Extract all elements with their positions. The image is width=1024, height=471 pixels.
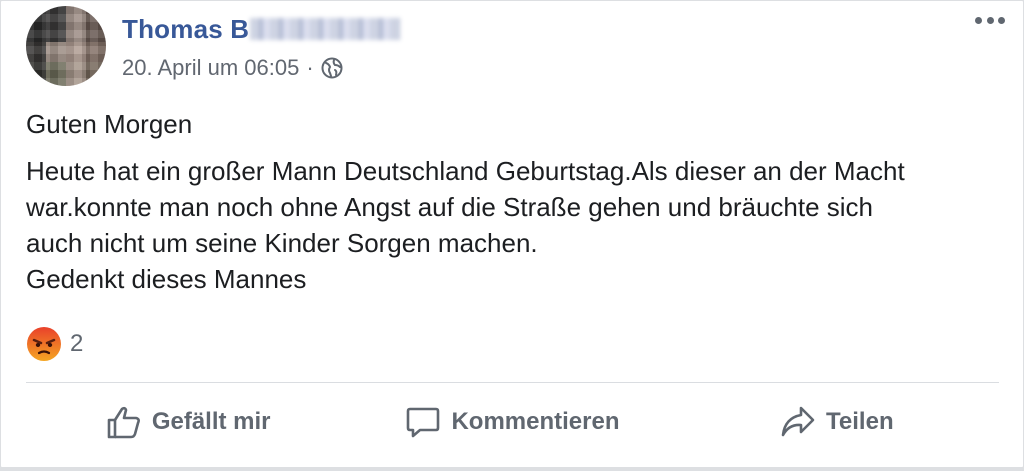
comment-label: Kommentieren <box>451 408 620 435</box>
post-body: Guten Morgen Heute hat ein großer Mann D… <box>26 106 1006 297</box>
reaction-summary[interactable]: 2 <box>26 326 83 362</box>
avatar[interactable] <box>26 6 106 86</box>
globe-icon[interactable] <box>321 57 343 79</box>
like-button[interactable]: Gefällt mir <box>26 391 350 453</box>
share-label: Teilen <box>826 408 894 435</box>
post-meta: 20. April um 06:05 · <box>122 55 343 81</box>
post-timestamp[interactable]: 20. April um 06:05 <box>122 55 299 81</box>
comment-icon <box>407 407 440 438</box>
post-message: Heute hat ein großer Mann Deutschland Ge… <box>26 156 905 294</box>
post-greeting: Guten Morgen <box>26 109 193 139</box>
author-name-blurred <box>250 18 401 40</box>
divider <box>26 382 999 383</box>
author-row: Thomas B <box>122 12 401 46</box>
author-name[interactable]: Thomas B <box>122 14 249 45</box>
thumbs-up-icon <box>107 406 140 439</box>
post-card: Thomas B 20. April um 06:05 · Guten Morg… <box>0 0 1024 468</box>
like-label: Gefällt mir <box>151 408 271 435</box>
share-icon <box>781 406 815 437</box>
comment-button[interactable]: Kommentieren <box>350 391 674 453</box>
action-bar: Gefällt mir Kommentieren Teilen <box>26 391 999 453</box>
more-horizontal-icon[interactable] <box>971 7 1009 33</box>
angry-reaction-icon[interactable] <box>26 326 62 362</box>
reaction-count: 2 <box>70 330 84 357</box>
share-button[interactable]: Teilen <box>675 391 999 453</box>
meta-separator: · <box>306 55 314 80</box>
